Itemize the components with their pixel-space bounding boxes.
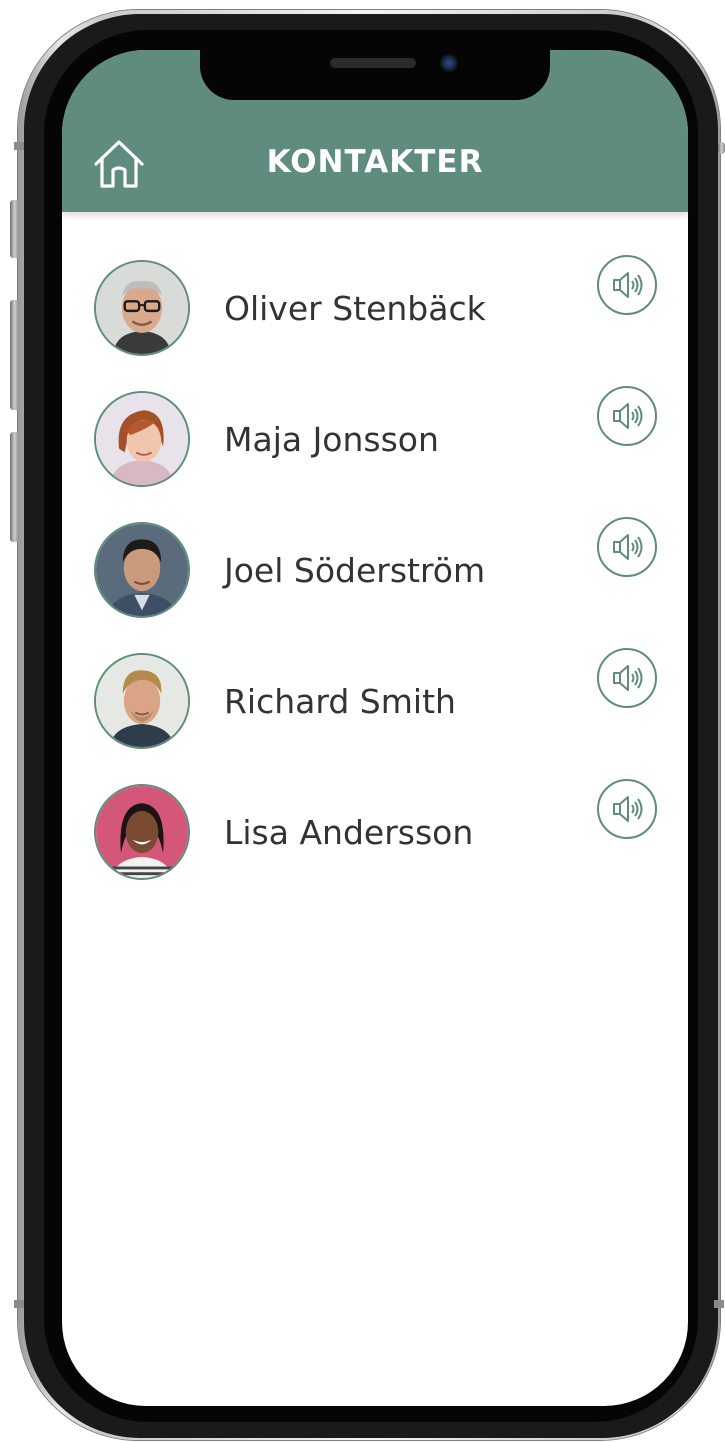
contact-row[interactable]: Joel Söderström xyxy=(62,517,688,648)
antenna-band xyxy=(714,1300,724,1308)
play-audio-button[interactable] xyxy=(597,255,657,315)
contact-row[interactable]: Maja Jonsson xyxy=(62,386,688,517)
play-audio-button[interactable] xyxy=(597,779,657,839)
smiling-woman-pink-background-photo xyxy=(96,786,188,878)
page-title: KONTAKTER xyxy=(266,144,484,180)
contact-name: Maja Jonsson xyxy=(224,420,439,459)
contact-name: Richard Smith xyxy=(224,682,456,721)
power-button xyxy=(718,142,725,154)
young-man-dark-hair-photo xyxy=(96,524,188,616)
play-audio-button[interactable] xyxy=(597,386,657,446)
antenna-band xyxy=(14,142,24,150)
front-camera xyxy=(440,54,458,72)
notch xyxy=(200,50,550,100)
speaker-icon xyxy=(613,534,643,560)
speaker-icon xyxy=(613,272,643,298)
play-audio-button[interactable] xyxy=(597,517,657,577)
earpiece-speaker xyxy=(330,58,416,68)
contact-row[interactable]: Lisa Andersson xyxy=(62,779,688,910)
volume-up-button xyxy=(10,300,19,410)
young-woman-red-hair-photo xyxy=(96,393,188,485)
older-man-glasses-photo xyxy=(96,262,188,354)
contact-avatar xyxy=(94,653,190,749)
contact-name: Oliver Stenbäck xyxy=(224,289,486,328)
contact-row[interactable]: Richard Smith xyxy=(62,648,688,779)
contact-avatar xyxy=(94,522,190,618)
speaker-icon xyxy=(613,665,643,691)
blond-man-photo xyxy=(96,655,188,747)
speaker-icon xyxy=(613,796,643,822)
play-audio-button[interactable] xyxy=(597,648,657,708)
contact-avatar xyxy=(94,784,190,880)
contact-name: Joel Söderström xyxy=(224,551,486,590)
speaker-icon xyxy=(613,403,643,429)
contact-avatar xyxy=(94,260,190,356)
antenna-band xyxy=(14,1300,24,1308)
volume-down-button xyxy=(10,432,19,542)
phone-screen: KONTAKTER Oliver Stenbäck Maja Jonsson J… xyxy=(62,50,688,1406)
contact-list: Oliver Stenbäck Maja Jonsson Joel Söders… xyxy=(62,255,688,910)
contact-row[interactable]: Oliver Stenbäck xyxy=(62,255,688,386)
mute-switch xyxy=(10,200,19,258)
contact-name: Lisa Andersson xyxy=(224,813,474,852)
contact-avatar xyxy=(94,391,190,487)
